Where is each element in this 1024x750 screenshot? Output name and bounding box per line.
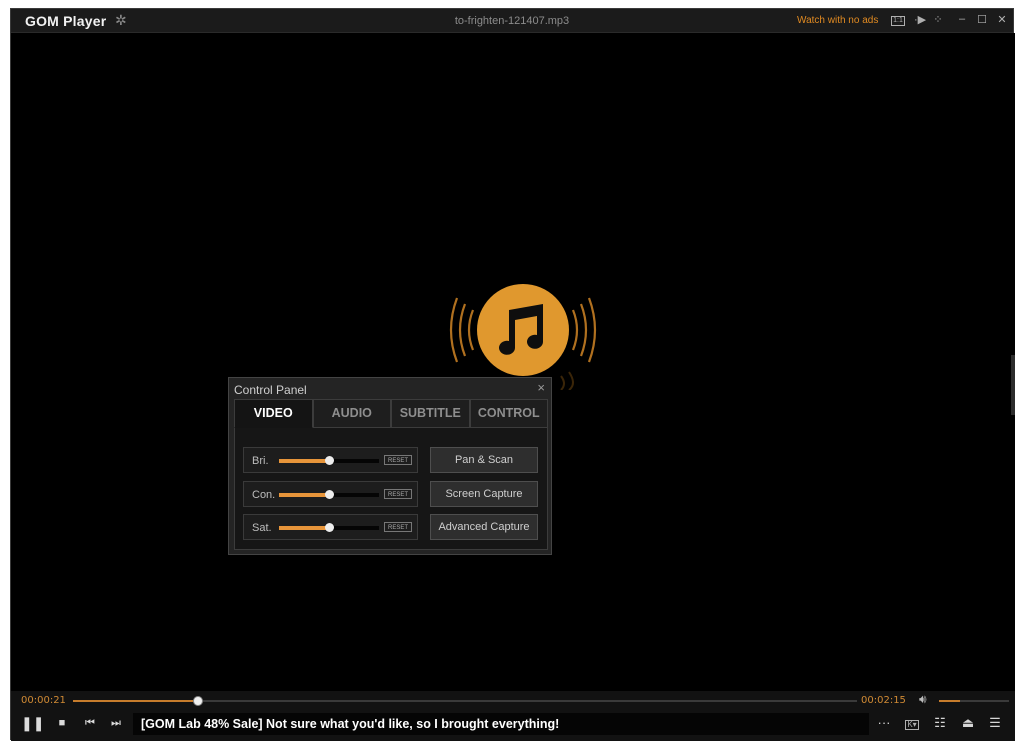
close-icon[interactable]: ✕	[995, 13, 1009, 26]
contrast-knob[interactable]	[325, 490, 334, 499]
side-panel-handle[interactable]	[1011, 355, 1015, 415]
seek-bar[interactable]	[73, 696, 857, 706]
maximize-icon[interactable]: ☐	[975, 13, 989, 26]
saturation-track[interactable]	[279, 523, 379, 532]
brightness-slider[interactable]: Bri. RESET	[243, 447, 418, 473]
subtitle-box-icon[interactable]: 1:1	[891, 13, 905, 26]
brightness-reset-button[interactable]: RESET	[384, 455, 412, 465]
video-area[interactable]: Control Panel × VIDEO AUDIO SUBTITLE CON…	[11, 33, 1015, 691]
current-time: 00:00:21	[21, 695, 66, 706]
control-panel-title: Control Panel	[234, 383, 307, 397]
brightness-label: Bri.	[252, 455, 269, 467]
fullscreen-icon[interactable]: ⁘	[931, 13, 945, 26]
play-small-icon[interactable]: ·▶	[913, 13, 927, 26]
seek-knob[interactable]	[193, 696, 204, 706]
control-panel-close-icon[interactable]: ×	[537, 380, 545, 395]
contrast-reset-button[interactable]: RESET	[384, 489, 412, 499]
player-window: GOM Player ✲ to-frighten-121407.mp3 Watc…	[10, 8, 1015, 741]
tab-video[interactable]: VIDEO	[234, 399, 313, 428]
control-panel-tabs: VIDEO AUDIO SUBTITLE CONTROL	[234, 399, 548, 428]
brightness-track[interactable]	[279, 456, 379, 465]
advanced-capture-button[interactable]: Advanced Capture	[430, 514, 538, 540]
saturation-fill	[279, 526, 329, 530]
previous-icon[interactable]: ⏮︎	[81, 717, 99, 730]
control-bar: 00:00:21 00:02:15 🔊︎ ❚❚ ■ ⏮︎ ⏭︎ [GOM Lab…	[11, 691, 1015, 741]
saturation-slider[interactable]: Sat. RESET	[243, 514, 418, 540]
brightness-knob[interactable]	[325, 456, 334, 465]
tab-audio[interactable]: AUDIO	[312, 399, 391, 428]
more-icon[interactable]: ···	[875, 715, 893, 730]
volume-level	[939, 700, 960, 702]
tab-subtitle[interactable]: SUBTITLE	[391, 399, 470, 428]
minimize-icon[interactable]: –	[955, 13, 969, 25]
seek-progress	[73, 700, 199, 702]
promo-ticker[interactable]: [GOM Lab 48% Sale] Not sure what you'd l…	[133, 713, 869, 735]
kv-icon[interactable]: K▾	[903, 715, 921, 730]
tab-control[interactable]: CONTROL	[469, 399, 548, 428]
brightness-fill	[279, 459, 329, 463]
volume-icon[interactable]: 🔊︎	[919, 692, 927, 707]
saturation-label: Sat.	[252, 522, 272, 534]
equalizer-icon[interactable]: ☷	[931, 715, 949, 731]
screen-capture-button[interactable]: Screen Capture	[430, 481, 538, 507]
contrast-track[interactable]	[279, 490, 379, 499]
title-bar[interactable]: GOM Player ✲ to-frighten-121407.mp3 Watc…	[11, 9, 1013, 33]
stop-icon[interactable]: ■	[53, 717, 71, 729]
saturation-knob[interactable]	[325, 523, 334, 532]
watch-no-ads-link[interactable]: Watch with no ads	[797, 15, 878, 26]
volume-slider[interactable]	[939, 700, 1009, 702]
pause-icon[interactable]: ❚❚	[21, 715, 44, 732]
control-panel: Control Panel × VIDEO AUDIO SUBTITLE CON…	[228, 377, 552, 555]
total-time: 00:02:15	[861, 695, 906, 706]
saturation-reset-button[interactable]: RESET	[384, 522, 412, 532]
music-note-icon	[449, 284, 597, 390]
contrast-label: Con.	[252, 489, 276, 501]
next-icon[interactable]: ⏭︎	[107, 717, 125, 730]
eject-icon[interactable]: ⏏︎	[959, 715, 977, 731]
video-settings-body: Bri. RESET Con. RESET Sat. RESET Pan & S…	[234, 428, 548, 550]
contrast-fill	[279, 493, 329, 497]
menu-icon[interactable]: ☰	[986, 715, 1004, 731]
contrast-slider[interactable]: Con. RESET	[243, 481, 418, 507]
pan-scan-button[interactable]: Pan & Scan	[430, 447, 538, 473]
